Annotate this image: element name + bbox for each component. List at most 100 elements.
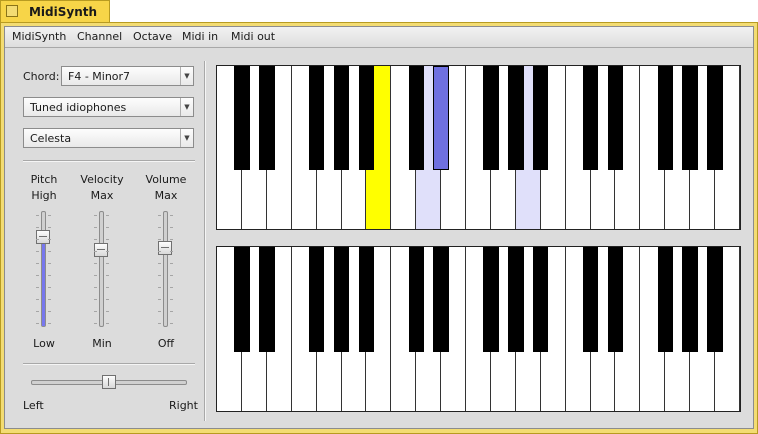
slider-tick	[106, 239, 109, 240]
black-key[interactable]	[533, 66, 549, 171]
black-key[interactable]	[707, 247, 723, 352]
black-key[interactable]	[433, 247, 449, 352]
slider-tick	[36, 287, 39, 288]
pitch-slider-fill	[42, 237, 45, 326]
black-key[interactable]	[657, 66, 673, 171]
instrument-value: Celesta	[30, 132, 72, 145]
slider-tick	[106, 227, 109, 228]
slider-tick	[106, 275, 109, 276]
balance-right-label: Right	[169, 399, 198, 412]
menu-channel[interactable]: Channel	[77, 30, 122, 43]
slider-tick	[158, 311, 161, 312]
slider-tick	[158, 323, 161, 324]
slider-tick	[158, 227, 161, 228]
volume-max-label: Max	[154, 189, 178, 202]
volume-slider-handle[interactable]	[158, 241, 172, 256]
slider-tick	[48, 227, 51, 228]
black-key[interactable]	[582, 247, 599, 352]
black-key[interactable]	[607, 66, 624, 171]
menu-midisynth[interactable]: MidiSynth	[12, 30, 66, 43]
black-key[interactable]	[408, 66, 424, 171]
pitch-slider[interactable]	[41, 211, 46, 327]
panel-divider	[204, 61, 206, 421]
chevron-down-icon: ▼	[180, 67, 193, 85]
menu-midi-out[interactable]: Midi out	[231, 30, 275, 43]
black-key[interactable]	[333, 247, 350, 352]
slider-tick	[170, 287, 173, 288]
upper-keyboard[interactable]	[216, 65, 741, 230]
window-tab[interactable]: MidiSynth	[0, 0, 110, 22]
black-key[interactable]	[234, 66, 250, 171]
black-key[interactable]	[408, 247, 424, 352]
slider-tick	[94, 263, 97, 264]
app-window: MidiSynth Channel Octave Midi in Midi ou…	[4, 26, 754, 429]
black-key[interactable]	[333, 66, 350, 171]
slider-tick	[170, 227, 173, 228]
menu-midi-in[interactable]: Midi in	[182, 30, 218, 43]
slider-tick	[170, 215, 173, 216]
black-key[interactable]	[308, 247, 325, 352]
black-key[interactable]	[707, 66, 723, 171]
black-key[interactable]	[358, 247, 375, 352]
black-key[interactable]	[682, 247, 698, 352]
slider-tick	[36, 323, 39, 324]
menu-octave[interactable]: Octave	[133, 30, 172, 43]
slider-tick	[94, 239, 97, 240]
black-key[interactable]	[582, 66, 599, 171]
balance-slider-handle[interactable]	[102, 375, 116, 389]
instrument-group-select[interactable]: Tuned idiophones ▼	[23, 97, 194, 117]
black-key[interactable]	[607, 247, 624, 352]
black-key[interactable]	[508, 247, 524, 352]
slider-tick	[158, 275, 161, 276]
chord-label: Chord:	[23, 70, 60, 83]
slider-tick	[94, 323, 97, 324]
divider	[23, 363, 195, 365]
divider	[23, 160, 195, 162]
black-key[interactable]	[483, 66, 499, 171]
slider-tick	[106, 287, 109, 288]
slider-tick	[48, 323, 51, 324]
black-key[interactable]	[234, 247, 250, 352]
slider-tick	[36, 239, 39, 240]
slider-tick	[94, 251, 97, 252]
pitch-slider-handle[interactable]	[36, 229, 50, 244]
black-key[interactable]	[358, 66, 375, 171]
black-key[interactable]	[433, 66, 449, 171]
pitch-max-label: High	[31, 189, 57, 202]
black-key[interactable]	[533, 247, 549, 352]
volume-min-label: Off	[157, 337, 175, 350]
instrument-select[interactable]: Celesta ▼	[23, 128, 194, 148]
black-key[interactable]	[483, 247, 499, 352]
black-key[interactable]	[657, 247, 673, 352]
slider-tick	[48, 215, 51, 216]
slider-tick	[48, 287, 51, 288]
slider-tick	[36, 311, 39, 312]
black-key[interactable]	[259, 247, 275, 352]
slider-tick	[106, 323, 109, 324]
black-key[interactable]	[259, 66, 275, 171]
velocity-label: Velocity	[80, 173, 124, 186]
black-key[interactable]	[508, 66, 524, 171]
black-key[interactable]	[308, 66, 325, 171]
velocity-slider[interactable]	[99, 211, 104, 327]
slider-tick	[36, 251, 39, 252]
slider-tick	[36, 215, 39, 216]
chord-value: F4 - Minor7	[68, 70, 131, 83]
slider-tick	[106, 215, 109, 216]
lower-keyboard[interactable]	[216, 246, 741, 412]
chord-select[interactable]: F4 - Minor7 ▼	[61, 66, 194, 86]
pitch-min-label: Low	[33, 337, 55, 350]
slider-tick	[94, 287, 97, 288]
black-key[interactable]	[682, 66, 698, 171]
slider-tick	[170, 239, 173, 240]
slider-tick	[106, 263, 109, 264]
slider-tick	[94, 299, 97, 300]
slider-tick	[170, 299, 173, 300]
velocity-min-label: Min	[92, 337, 112, 350]
slider-tick	[106, 251, 109, 252]
slider-tick	[158, 299, 161, 300]
slider-tick	[170, 263, 173, 264]
slider-tick	[94, 275, 97, 276]
slider-tick	[106, 299, 109, 300]
volume-slider[interactable]	[163, 211, 168, 327]
